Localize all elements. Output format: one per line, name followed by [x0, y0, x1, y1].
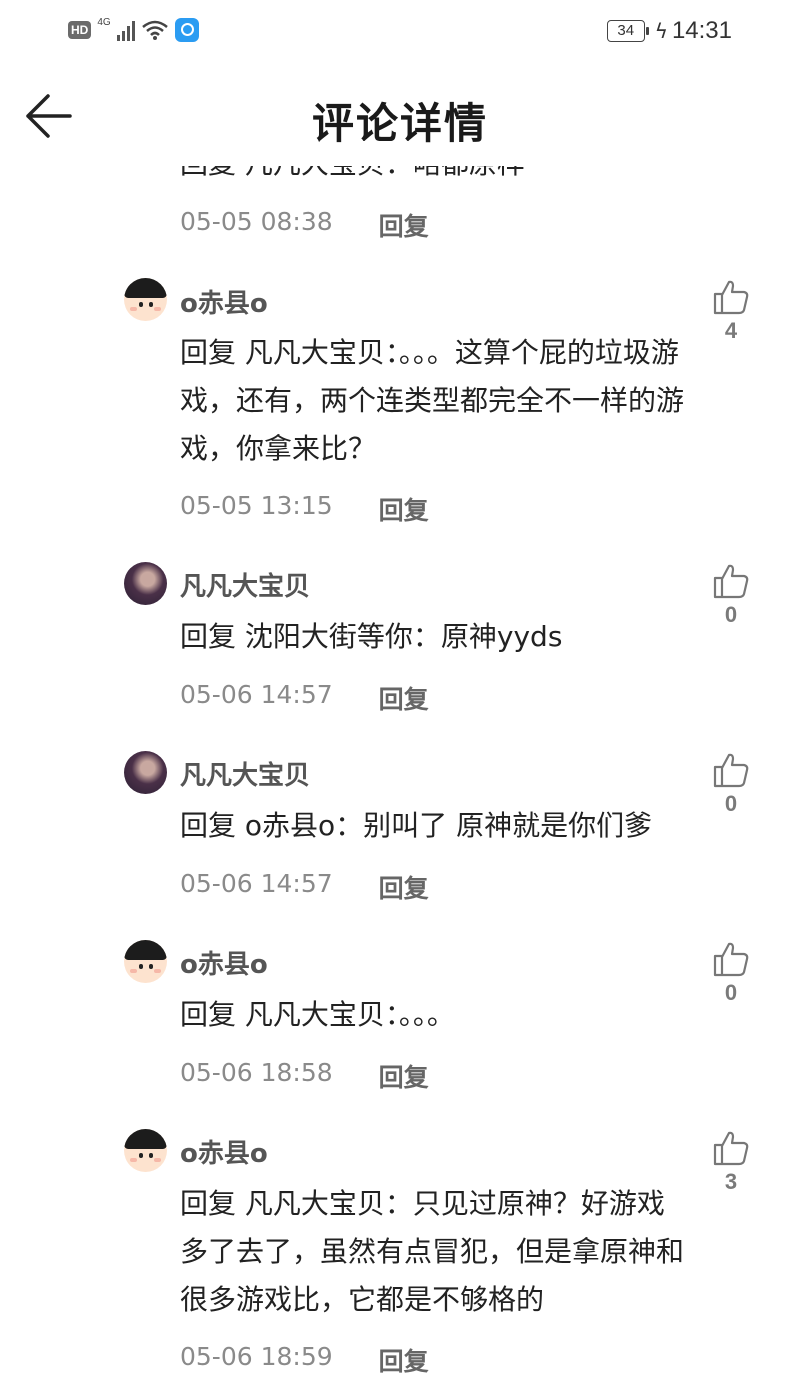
- comment-time: 05-06 18:59: [180, 1342, 333, 1371]
- thumbs-up-icon: [713, 564, 749, 599]
- avatar[interactable]: [124, 751, 167, 794]
- comment-time: 05-05 13:15: [180, 491, 333, 520]
- thumbs-up-icon: [713, 942, 749, 977]
- avatar[interactable]: [124, 1129, 167, 1172]
- like-button[interactable]: 0: [708, 751, 754, 817]
- comment-time: 05-06 14:57: [180, 869, 333, 898]
- comment-time: 05-06 14:57: [180, 680, 333, 709]
- like-button[interactable]: 0: [708, 940, 754, 1006]
- comment-text: 回复 凡凡大宝贝：只见过原神？好游戏多了去了，虽然有点冒犯，但是拿原神和很多游戏…: [180, 1187, 685, 1316]
- like-count: 0: [724, 791, 738, 816]
- thumbs-up-icon: [713, 1131, 749, 1166]
- reply-button[interactable]: 回复: [379, 1342, 429, 1378]
- comment-meta: 05-05 08:38 回复: [180, 207, 429, 243]
- comment-text: 回复 凡凡大宝贝：。。。这算个屁的垃圾游戏，还有，两个连类型都完全不一样的游戏，…: [180, 336, 685, 465]
- like-count: 0: [724, 980, 738, 1005]
- comment-list[interactable]: 回复 凡凡大宝贝：略都原样 05-05 08:38 回复 o赤县o 回复 凡凡大…: [0, 0, 800, 1386]
- like-button[interactable]: 0: [708, 562, 754, 628]
- like-button[interactable]: 3: [708, 1129, 754, 1195]
- comment-text: 回复 o赤县o：别叫了 原神就是你们爹: [180, 809, 653, 842]
- avatar[interactable]: [124, 940, 167, 983]
- page-title: 评论详情: [311, 99, 488, 148]
- thumbs-up-icon: [713, 280, 749, 315]
- reply-button[interactable]: 回复: [379, 491, 429, 527]
- reply-button[interactable]: 回复: [379, 1058, 429, 1094]
- comment-meta: 05-05 13:15 回复: [180, 491, 429, 527]
- reply-button[interactable]: 回复: [379, 869, 429, 905]
- comment-meta: 05-06 14:57 回复: [180, 869, 429, 905]
- reply-button[interactable]: 回复: [379, 207, 429, 243]
- comment-time: 05-06 18:58: [180, 1058, 333, 1087]
- like-button[interactable]: 4: [708, 278, 754, 344]
- comment-time: 05-05 08:38: [180, 207, 333, 236]
- avatar[interactable]: [124, 278, 167, 321]
- reply-button[interactable]: 回复: [379, 680, 429, 716]
- comment-text: 回复 沈阳大街等你：原神yyds: [180, 620, 563, 653]
- username[interactable]: 凡凡大宝贝: [180, 566, 310, 603]
- app-header: 评论详情: [0, 66, 800, 166]
- comment-meta: 05-06 18:58 回复: [180, 1058, 429, 1094]
- username[interactable]: o赤县o: [180, 283, 268, 320]
- comment-meta: 05-06 14:57 回复: [180, 680, 429, 716]
- thumbs-up-icon: [713, 753, 749, 788]
- comment-text: 回复 凡凡大宝贝：。。。: [180, 998, 455, 1031]
- like-count: 3: [724, 1169, 738, 1194]
- username[interactable]: o赤县o: [180, 944, 268, 981]
- avatar[interactable]: [124, 562, 167, 605]
- like-count: 4: [724, 318, 738, 343]
- comment-meta: 05-06 18:59 回复: [180, 1342, 429, 1378]
- username[interactable]: 凡凡大宝贝: [180, 755, 310, 792]
- like-count: 0: [724, 602, 738, 627]
- username[interactable]: o赤县o: [180, 1133, 268, 1170]
